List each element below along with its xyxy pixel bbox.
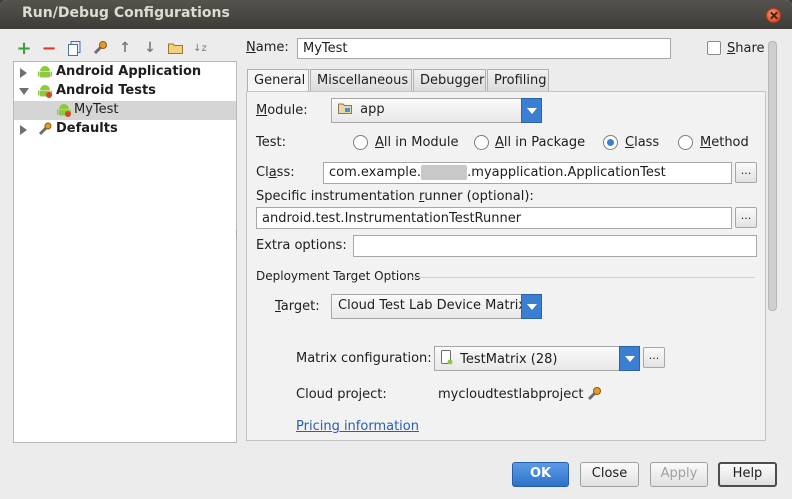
android-test-icon: [57, 104, 71, 117]
copy-icon: [68, 40, 81, 56]
name-label: Name:: [246, 40, 289, 55]
tree-item-label: Defaults: [56, 121, 118, 136]
cloud-project-value: mycloudtestlabproject: [438, 387, 584, 402]
close-button[interactable]: Close: [580, 462, 639, 487]
deployment-target-options-header: Deployment Target Options: [256, 269, 421, 283]
tree-item-android-tests[interactable]: Android Tests: [14, 82, 236, 101]
browse-class-button[interactable]: ...: [735, 162, 757, 183]
run-debug-configurations-dialog: Run/Debug Configurations + − ↑ ↓ ↓z Andr…: [0, 0, 792, 499]
wrench-icon: [93, 41, 107, 55]
wrench-icon: [38, 122, 52, 136]
ok-button[interactable]: OK: [512, 462, 569, 487]
instrumentation-runner-input[interactable]: [256, 207, 732, 229]
help-button[interactable]: Help: [718, 462, 777, 487]
cloud-project-label: Cloud project:: [296, 387, 387, 402]
tree-item-label: MyTest: [74, 102, 119, 117]
section-divider: [412, 277, 755, 278]
extra-options-input[interactable]: [353, 235, 757, 257]
radio-method-label: Method: [700, 135, 749, 150]
folder-icon: [167, 43, 183, 54]
expand-arrow-icon[interactable]: [20, 68, 27, 78]
module-label: Module:: [256, 103, 308, 118]
splitter-handle[interactable]: ⁞: [235, 230, 239, 246]
extra-options-label: Extra options:: [256, 238, 347, 253]
target-value: Cloud Test Lab Device Matrix: [338, 298, 527, 313]
window-close-button[interactable]: [766, 8, 781, 23]
device-matrix-icon: [441, 350, 453, 365]
expand-arrow-icon[interactable]: [20, 125, 27, 135]
class-label: Class:: [256, 165, 295, 180]
tree-item-label: Android Application: [56, 64, 202, 79]
matrix-dropdown-arrow-icon[interactable]: [619, 346, 640, 371]
title-bar: Run/Debug Configurations: [0, 0, 792, 29]
move-down-button[interactable]: ↓: [140, 38, 160, 58]
module-combobox[interactable]: app: [331, 98, 542, 123]
edit-cloud-project-wrench-icon[interactable]: [586, 386, 602, 402]
module-folder-icon: [338, 103, 352, 114]
add-configuration-button[interactable]: +: [14, 38, 34, 59]
class-input[interactable]: com.example.xxxxxx.myapplication.Applica…: [323, 162, 732, 184]
tree-item-mytest[interactable]: MyTest: [14, 101, 236, 120]
folder-button[interactable]: [165, 38, 185, 58]
runner-label: Specific instrumentation runner (optiona…: [256, 189, 534, 204]
radio-class-label: Class: [625, 135, 660, 150]
share-checkbox[interactable]: [707, 41, 721, 55]
remove-configuration-button[interactable]: −: [39, 38, 59, 59]
apply-button[interactable]: Apply: [650, 462, 708, 487]
tree-item-android-application[interactable]: Android Application: [14, 63, 236, 82]
sort-button[interactable]: ↓z: [190, 38, 210, 58]
pricing-information-link[interactable]: Pricing information: [296, 419, 419, 434]
android-icon: [38, 66, 52, 78]
configurations-tree[interactable]: Android Application Android Tests MyTest…: [13, 61, 237, 443]
radio-all-in-package[interactable]: [474, 135, 489, 150]
radio-all-in-module[interactable]: [353, 135, 368, 150]
radio-all-in-module-label: All in Module: [375, 135, 459, 150]
scrollbar-thumb[interactable]: [768, 41, 777, 311]
radio-method[interactable]: [678, 135, 693, 150]
tree-item-defaults[interactable]: Defaults: [14, 120, 236, 139]
edit-matrix-button[interactable]: ...: [643, 347, 665, 368]
tab-profiling[interactable]: Profiling: [487, 69, 549, 91]
name-input[interactable]: [297, 38, 671, 59]
module-dropdown-arrow-icon[interactable]: [521, 98, 542, 123]
tab-general[interactable]: General: [247, 69, 309, 92]
browse-runner-button[interactable]: ...: [735, 207, 757, 228]
collapse-arrow-icon[interactable]: [19, 88, 29, 95]
target-combobox[interactable]: Cloud Test Lab Device Matrix: [331, 294, 542, 319]
move-up-button[interactable]: ↑: [115, 38, 135, 58]
android-test-icon: [38, 85, 52, 98]
redacted-text: xxxxxx: [420, 165, 468, 180]
radio-class[interactable]: [603, 135, 618, 150]
vertical-scrollbar[interactable]: [767, 36, 779, 442]
tab-miscellaneous[interactable]: Miscellaneous: [310, 69, 412, 91]
matrix-configuration-combobox[interactable]: TestMatrix (28): [434, 346, 640, 371]
share-label: Share: [727, 41, 765, 56]
matrix-configuration-label: Matrix configuration:: [296, 351, 432, 366]
module-value: app: [360, 102, 385, 117]
radio-all-in-package-label: All in Package: [495, 135, 586, 150]
matrix-configuration-value: TestMatrix (28): [460, 352, 558, 367]
tree-item-label: Android Tests: [56, 83, 156, 98]
window-title: Run/Debug Configurations: [22, 5, 230, 21]
target-label: Target:: [275, 299, 320, 314]
edit-defaults-button[interactable]: [90, 38, 110, 58]
tab-debugger[interactable]: Debugger: [413, 69, 486, 91]
copy-configuration-button[interactable]: [65, 38, 85, 58]
test-label: Test:: [256, 135, 286, 150]
target-dropdown-arrow-icon[interactable]: [521, 294, 542, 319]
